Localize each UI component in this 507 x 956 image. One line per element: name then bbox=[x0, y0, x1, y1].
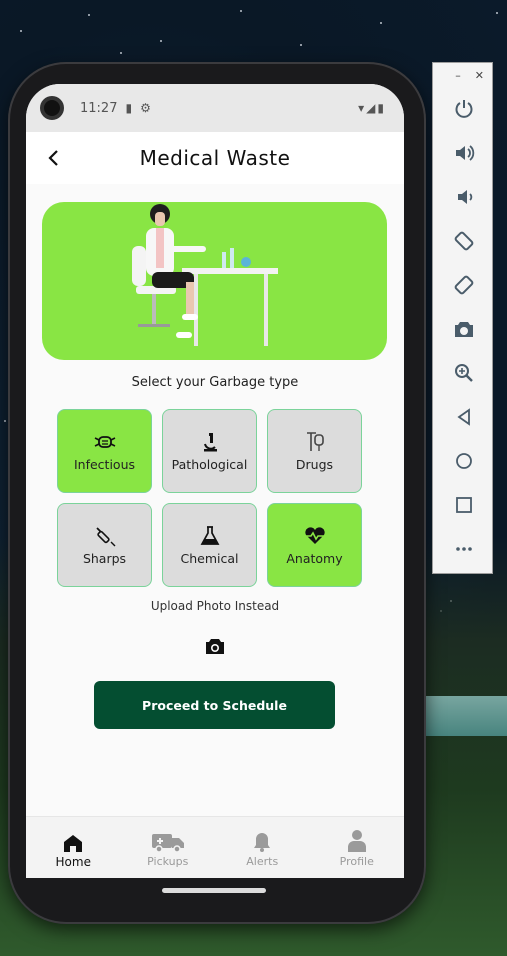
overview-icon bbox=[455, 497, 472, 513]
nav-item-pickups[interactable]: Pickups bbox=[121, 817, 216, 878]
nav-label: Alerts bbox=[246, 855, 279, 868]
person-icon bbox=[347, 830, 366, 852]
garbage-type-pathological[interactable]: Pathological bbox=[162, 409, 257, 493]
nav-item-alerts[interactable]: Alerts bbox=[215, 817, 310, 878]
garbage-type-infectious[interactable]: Infectious bbox=[57, 409, 152, 493]
volume-up-icon bbox=[455, 145, 474, 161]
zoom-icon bbox=[454, 364, 473, 382]
garbage-type-label: Sharps bbox=[82, 550, 127, 566]
power-button[interactable] bbox=[433, 87, 494, 131]
zoom-button[interactable] bbox=[433, 351, 494, 395]
screenshot-button[interactable] bbox=[433, 307, 494, 351]
garbage-type-chemical[interactable]: Chemical bbox=[162, 503, 257, 587]
nav-item-profile[interactable]: Profile bbox=[310, 817, 405, 878]
proceed-to-schedule-button[interactable]: Proceed to Schedule bbox=[94, 681, 335, 729]
home-icon bbox=[64, 834, 83, 852]
gesture-home-bar[interactable] bbox=[162, 888, 266, 893]
nav-label: Home bbox=[55, 854, 91, 869]
volume-down-button[interactable] bbox=[433, 175, 494, 219]
back-icon bbox=[456, 408, 470, 426]
garbage-type-label: Pathological bbox=[171, 456, 248, 472]
nav-label: Pickups bbox=[147, 855, 189, 868]
bottom-navigation: Home Pickups Alerts Profile bbox=[26, 816, 404, 878]
garbage-type-drugs[interactable]: Drugs bbox=[267, 409, 362, 493]
doctor-at-desk-illustration bbox=[132, 204, 278, 346]
minimize-icon[interactable]: – bbox=[455, 69, 461, 82]
nav-item-home[interactable]: Home bbox=[26, 817, 121, 878]
heart-pulse-icon bbox=[304, 526, 325, 544]
microscope-icon bbox=[203, 432, 217, 451]
banner-illustration bbox=[42, 202, 387, 360]
power-icon bbox=[455, 100, 472, 118]
garbage-type-anatomy[interactable]: Anatomy bbox=[267, 503, 362, 587]
screenshot-icon bbox=[454, 322, 473, 337]
emulator-toolbar: – ✕ bbox=[432, 62, 493, 574]
mask-icon bbox=[94, 435, 115, 448]
volume-up-button[interactable] bbox=[433, 131, 494, 175]
iv-drip-icon bbox=[306, 431, 324, 451]
page-title: Medical Waste bbox=[139, 146, 291, 170]
settings-gear-icon: ⚙ bbox=[140, 101, 151, 115]
overview-nav-button[interactable] bbox=[433, 483, 494, 527]
rotate-right-icon bbox=[454, 275, 473, 295]
home-circle-icon bbox=[455, 453, 472, 469]
garbage-type-label: Chemical bbox=[180, 550, 239, 566]
sd-card-icon: ▮ bbox=[125, 101, 133, 115]
garbage-type-sharps[interactable]: Sharps bbox=[57, 503, 152, 587]
signal-battery-icons: ▾◢▮ bbox=[358, 101, 386, 115]
more-button[interactable] bbox=[433, 527, 494, 571]
rotate-right-button[interactable] bbox=[433, 263, 494, 307]
back-nav-button[interactable] bbox=[433, 395, 494, 439]
bell-icon bbox=[254, 833, 271, 852]
home-nav-button[interactable] bbox=[433, 439, 494, 483]
close-icon[interactable]: ✕ bbox=[475, 69, 484, 82]
upload-photo-label: Upload Photo Instead bbox=[150, 599, 280, 613]
syringe-icon bbox=[95, 526, 115, 546]
rotate-left-icon bbox=[454, 231, 473, 251]
rotate-left-button[interactable] bbox=[433, 219, 494, 263]
garbage-type-label: Select your Garbage type bbox=[131, 375, 299, 390]
garbage-type-label: Anatomy bbox=[286, 550, 343, 566]
app-bar: Medical Waste bbox=[26, 132, 404, 184]
toolbar-window-controls: – ✕ bbox=[433, 63, 492, 87]
nav-label: Profile bbox=[339, 855, 374, 868]
garbage-type-label: Drugs bbox=[295, 456, 334, 472]
app-screen: 11:27 ▮ ⚙ ▾◢▮ Medical Waste Select your … bbox=[26, 84, 404, 878]
camera-icon[interactable] bbox=[204, 637, 226, 655]
more-icon bbox=[455, 547, 472, 551]
flask-icon bbox=[200, 525, 219, 545]
status-bar: 11:27 ▮ ⚙ ▾◢▮ bbox=[26, 84, 404, 132]
back-button[interactable] bbox=[38, 142, 70, 174]
truck-icon bbox=[151, 834, 184, 853]
chevron-left-icon bbox=[48, 150, 58, 166]
garbage-type-label: Infectious bbox=[73, 456, 136, 472]
status-time: 11:27 bbox=[80, 100, 118, 116]
front-camera bbox=[40, 96, 64, 120]
volume-down-icon bbox=[457, 190, 472, 204]
